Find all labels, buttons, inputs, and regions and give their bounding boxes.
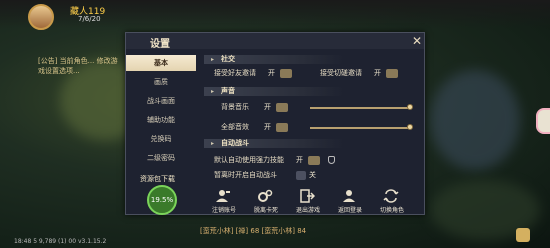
- exit-icon: [300, 189, 315, 203]
- toggle-knob: [296, 171, 306, 180]
- music-toggle[interactable]: 开: [264, 103, 292, 112]
- menu-item-battle-view[interactable]: 战斗画面: [126, 93, 196, 109]
- sfx-label: 全部音效: [221, 123, 249, 131]
- dialog-header: 设置 ✕: [126, 33, 424, 50]
- section-auto-battle: ▸ 自动战斗: [204, 139, 344, 148]
- user-return-icon: [343, 190, 355, 202]
- game-screen: 藏人119 7/6/20 [公告] 当前角色... 修改游戏设置选项... [蛮…: [0, 0, 550, 248]
- menu-item-assist[interactable]: 辅助功能: [126, 112, 196, 128]
- switch-character-label: 切换角色: [379, 207, 404, 214]
- auto-skill-label: 默认自动使用强力技能: [214, 156, 284, 164]
- switch-character-button[interactable]: 切换角色: [372, 189, 412, 214]
- friend-invite-toggle[interactable]: 开: [268, 69, 296, 78]
- back-to-login-label: 返回登录: [337, 207, 362, 214]
- user-delete-icon: [216, 190, 230, 202]
- logout-account-label: 注销账号: [211, 207, 236, 214]
- event-badge-icon[interactable]: [536, 108, 550, 134]
- bag-icon[interactable]: [516, 228, 530, 242]
- status-bar: 18:48 5 9,789 (1) 00 v3.1.15.2: [14, 238, 107, 245]
- player-avatar[interactable]: [28, 4, 54, 30]
- toggle-knob: [308, 156, 320, 165]
- menu-item-graphics[interactable]: 画质: [126, 74, 196, 90]
- section-title-auto-battle: 自动战斗: [221, 139, 249, 147]
- auto-skill-toggle[interactable]: 开: [296, 156, 324, 165]
- background-figure: [430, 70, 520, 170]
- skill-settings-icon[interactable]: [328, 156, 335, 164]
- section-sound: ▸ 声音: [204, 87, 344, 96]
- exit-game-label: 退出游戏: [295, 207, 320, 214]
- back-to-login-button[interactable]: 返回登录: [330, 189, 370, 214]
- dialog-title: 设置: [150, 39, 170, 50]
- duel-invite-toggle[interactable]: 开: [374, 69, 402, 78]
- slider-handle[interactable]: [407, 104, 413, 110]
- duel-invite-label: 接受切磋邀请: [320, 69, 362, 77]
- auto-on-leave-state: 关: [309, 171, 316, 179]
- music-state: 开: [264, 103, 271, 111]
- auto-on-leave-toggle[interactable]: 关: [296, 171, 322, 180]
- duel-invite-state: 开: [374, 69, 381, 77]
- resource-download-progress[interactable]: 19.5%: [147, 185, 177, 215]
- section-title-social: 社交: [221, 55, 235, 63]
- menu-item-second-password[interactable]: 二级密码: [126, 150, 196, 166]
- auto-skill-state: 开: [296, 156, 303, 164]
- friend-invite-state: 开: [268, 69, 275, 77]
- menu-item-basic[interactable]: 基本: [126, 55, 196, 71]
- slider-track: [310, 107, 410, 109]
- settings-content: ▸ 社交 接受好友邀请 开 接受切磋邀请 开 ▸ 声音 背景音乐 开 全部音效 …: [202, 53, 424, 214]
- chevron-right-icon: ▸: [211, 56, 215, 63]
- settings-dialog: 设置 ✕ 基本 画质 战斗画面 辅助功能 兑换码 二级密码 资源包下载 19.5…: [125, 32, 425, 215]
- auto-on-leave-label: 暂离时开启自动战斗: [214, 171, 277, 179]
- toggle-knob: [276, 103, 288, 112]
- toggle-knob: [276, 123, 288, 132]
- swap-icon: [383, 189, 399, 203]
- unstuck-label: 脱离卡死: [253, 207, 278, 214]
- slider-handle[interactable]: [407, 124, 413, 130]
- chat-bottom-line: [蛮荒小林] [禅] 68 [蛮荒小林] 84: [200, 227, 307, 235]
- player-hp: 7/6/20: [78, 15, 101, 23]
- resource-download-label: 资源包下载: [140, 175, 175, 183]
- music-label: 背景音乐: [221, 103, 249, 111]
- chevron-right-icon: ▸: [211, 88, 215, 95]
- exit-game-button[interactable]: 退出游戏: [288, 189, 328, 214]
- chevron-right-icon: ▸: [211, 140, 215, 147]
- chat-feed: [公告] 当前角色... 修改游戏设置选项...: [38, 57, 118, 75]
- section-social: ▸ 社交: [204, 55, 344, 64]
- slider-track: [310, 127, 410, 129]
- menu-item-redeem-code[interactable]: 兑换码: [126, 131, 196, 147]
- sfx-toggle[interactable]: 开: [264, 123, 292, 132]
- close-icon[interactable]: ✕: [411, 35, 423, 47]
- sfx-state: 开: [264, 123, 271, 131]
- logout-account-button[interactable]: 注销账号: [204, 189, 244, 214]
- toggle-knob: [386, 69, 398, 78]
- toggle-knob: [280, 69, 292, 78]
- friend-invite-label: 接受好友邀请: [214, 69, 256, 77]
- unstuck-button[interactable]: 脱离卡死: [246, 189, 286, 214]
- section-title-sound: 声音: [221, 87, 235, 95]
- gears-icon: [258, 189, 273, 202]
